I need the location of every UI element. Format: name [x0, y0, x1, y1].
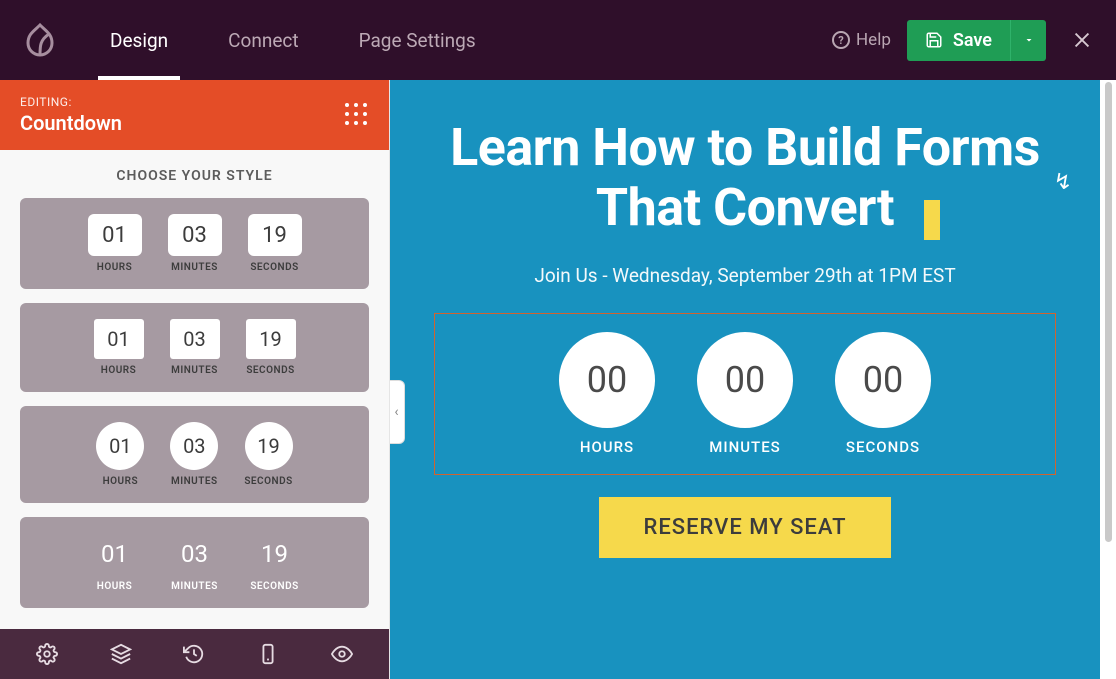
- style-list: 01 HOURS 03 MINUTES 19 SECONDS 01 HOURS 03 MI…: [0, 198, 389, 629]
- editing-name: Countdown: [20, 111, 122, 135]
- cd-minutes-label: MINUTES: [709, 438, 781, 456]
- cd-hours-label: HOURS: [580, 438, 634, 456]
- history-icon: [183, 643, 205, 665]
- minutes-label: MINUTES: [171, 476, 218, 487]
- close-button[interactable]: [1068, 26, 1096, 54]
- hours-label: HOURS: [97, 581, 133, 592]
- hours-value: 01: [88, 214, 142, 256]
- hours-label: HOURS: [101, 365, 137, 376]
- tab-page-settings[interactable]: Page Settings: [329, 0, 506, 80]
- countdown-block[interactable]: 00 HOURS 00 MINUTES 00 SECONDS: [434, 313, 1056, 475]
- minutes-value: 03: [170, 422, 218, 470]
- cta-button[interactable]: RESERVE MY SEAT: [599, 497, 890, 558]
- style-option-card[interactable]: 01 HOURS 03 MINUTES 19 SECONDS: [20, 303, 369, 392]
- seconds-label: SECONDS: [244, 476, 292, 487]
- hours-value: 01: [88, 533, 142, 575]
- cta-label: RESERVE MY SEAT: [643, 515, 846, 540]
- headline-text[interactable]: Learn How to Build Forms That Convert: [434, 118, 1056, 238]
- cd-hours-value: 00: [559, 332, 655, 428]
- eye-icon: [331, 643, 353, 665]
- save-button[interactable]: Save: [907, 20, 1010, 61]
- page-canvas[interactable]: Learn How to Build Forms That Convert Jo…: [390, 80, 1100, 679]
- close-icon: [1071, 29, 1093, 51]
- gear-icon: [36, 643, 58, 665]
- seconds-label: SECONDS: [246, 365, 294, 376]
- text-cursor-icon: [924, 200, 940, 240]
- layers-icon: [110, 643, 132, 665]
- editing-label: EDITING:: [20, 95, 122, 109]
- help-label: Help: [856, 30, 891, 50]
- subheadline-text[interactable]: Join Us - Wednesday, September 29th at 1…: [534, 264, 955, 287]
- settings-button[interactable]: [29, 636, 65, 672]
- history-button[interactable]: [176, 636, 212, 672]
- drag-handle-icon[interactable]: [345, 103, 369, 127]
- seconds-value: 19: [248, 214, 302, 256]
- style-option-circle[interactable]: 01 HOURS 03 MINUTES 19 SECONDS: [20, 406, 369, 503]
- tab-connect[interactable]: Connect: [198, 0, 328, 80]
- minutes-label: MINUTES: [171, 262, 218, 273]
- sidebar-toolbar: [0, 629, 389, 679]
- style-section-title: CHOOSE YOUR STYLE: [0, 150, 389, 198]
- seconds-value: 19: [246, 319, 296, 359]
- app-logo-icon: [20, 20, 60, 60]
- cd-seconds-label: SECONDS: [846, 438, 920, 456]
- tab-label: Connect: [228, 29, 298, 52]
- canvas-area: Learn How to Build Forms That Convert Jo…: [390, 80, 1116, 679]
- top-bar: Design Connect Page Settings ? Help Save: [0, 0, 1116, 80]
- seconds-value: 19: [248, 533, 302, 575]
- cursor-icon: ↯: [1054, 170, 1072, 195]
- vertical-scrollbar[interactable]: [1105, 82, 1112, 542]
- save-group: Save: [907, 20, 1046, 61]
- help-icon: ?: [832, 31, 850, 49]
- hours-value: 01: [96, 422, 144, 470]
- sidebar: EDITING: Countdown CHOOSE YOUR STYLE 01 H…: [0, 80, 390, 679]
- preview-button[interactable]: [324, 636, 360, 672]
- tab-label: Page Settings: [359, 29, 476, 52]
- style-option-plain[interactable]: 01 HOURS 03 MINUTES 19 SECONDS: [20, 517, 369, 608]
- hours-label: HOURS: [97, 262, 133, 273]
- device-button[interactable]: [250, 636, 286, 672]
- minutes-value: 03: [170, 319, 220, 359]
- cd-minutes-value: 00: [697, 332, 793, 428]
- help-link[interactable]: ? Help: [832, 30, 891, 50]
- seconds-label: SECONDS: [250, 262, 298, 273]
- seconds-label: SECONDS: [250, 581, 298, 592]
- save-label: Save: [953, 30, 992, 51]
- minutes-value: 03: [168, 214, 222, 256]
- minutes-label: MINUTES: [171, 365, 218, 376]
- hours-label: HOURS: [103, 476, 139, 487]
- sidebar-collapse-handle[interactable]: ‹: [390, 380, 405, 444]
- save-icon: [925, 31, 943, 49]
- save-dropdown-button[interactable]: [1010, 20, 1046, 61]
- caret-down-icon: [1023, 34, 1035, 46]
- hours-value: 01: [94, 319, 144, 359]
- minutes-value: 03: [168, 533, 222, 575]
- seconds-value: 19: [245, 422, 293, 470]
- top-tabs: Design Connect Page Settings: [80, 0, 506, 80]
- style-option-box[interactable]: 01 HOURS 03 MINUTES 19 SECONDS: [20, 198, 369, 289]
- sidebar-header: EDITING: Countdown: [0, 80, 389, 150]
- layers-button[interactable]: [103, 636, 139, 672]
- tab-design[interactable]: Design: [80, 0, 198, 80]
- phone-icon: [257, 643, 279, 665]
- cd-seconds-value: 00: [835, 332, 931, 428]
- minutes-label: MINUTES: [171, 581, 218, 592]
- tab-label: Design: [110, 29, 168, 52]
